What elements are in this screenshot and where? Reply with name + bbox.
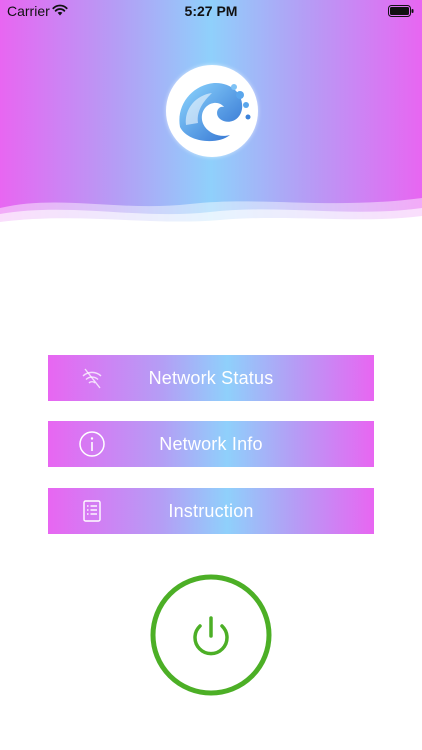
network-status-button[interactable]: Network Status [48, 355, 374, 401]
network-info-label: Network Info [159, 434, 263, 454]
status-bar: Carrier 5:27 PM [0, 0, 422, 22]
wave-decoration [0, 198, 422, 250]
instruction-label: Instruction [168, 501, 254, 521]
app-screen: Carrier 5:27 PM Network Status Network I… [0, 0, 422, 750]
network-info-button[interactable]: Network Info [48, 421, 374, 467]
power-button[interactable] [150, 574, 272, 696]
network-status-label: Network Status [148, 368, 274, 388]
status-time: 5:27 PM [184, 3, 238, 19]
instruction-button[interactable]: Instruction [48, 488, 374, 534]
battery-icon [388, 5, 414, 17]
wave-logo-icon [166, 65, 258, 157]
